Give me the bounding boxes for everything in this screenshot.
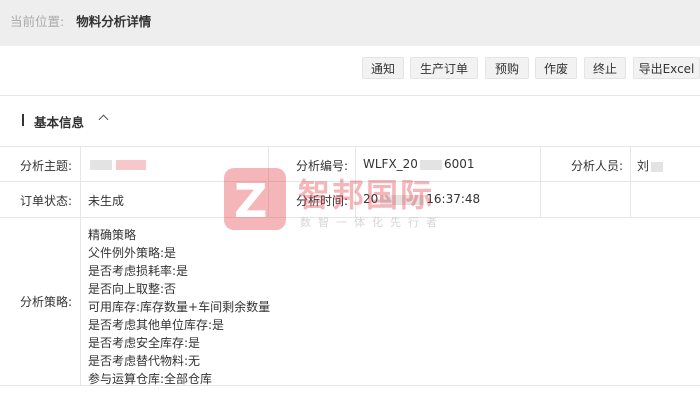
section-marker — [22, 114, 24, 126]
pre-purchase-button[interactable]: 预购 — [485, 57, 529, 79]
strategy-line: 是否考虑其他单位库存:是 — [88, 318, 225, 332]
export-excel-button[interactable]: 导出Excel — [633, 57, 700, 79]
row-divider — [0, 146, 700, 147]
subject-label: 分析主题: — [19, 159, 72, 173]
production-order-button[interactable]: 生产订单 — [410, 57, 478, 79]
strategy-line: 父件例外策略:是 — [88, 246, 177, 260]
order-status-label: 订单状态: — [19, 194, 72, 208]
terminate-button[interactable]: 终止 — [584, 57, 626, 79]
breadcrumb: 当前位置: 物料分析详情 — [10, 11, 151, 30]
subject-value — [88, 157, 148, 171]
action-toolbar: 通知 生产订单 预购 作废 终止 导出Excel — [0, 46, 700, 96]
analyst-label: 分析人员: — [570, 159, 623, 173]
strategy-line: 是否考虑损耗率:是 — [88, 264, 189, 278]
strategy-list: 精确策略 父件例外策略:是 是否考虑损耗率:是 是否向上取整:否 可用库存:库存… — [88, 226, 270, 388]
top-bar: 当前位置: 物料分析详情 — [0, 0, 700, 46]
brand-watermark: Z 智邦国际 数智一体化先行者 — [224, 168, 484, 238]
notify-button[interactable]: 通知 — [362, 57, 404, 79]
chevron-up-icon[interactable] — [98, 114, 109, 125]
basic-info-section: 基本信息 分析主题: 分析编号: WLFX_20 6001 分析人员: 刘 订单状… — [0, 96, 700, 402]
strategy-line: 是否考虑替代物料:无 — [88, 354, 201, 368]
brand-logo-icon: Z — [224, 168, 286, 230]
analyst-name: 刘 — [637, 159, 650, 173]
strategy-line: 参与运算仓库:全部仓库 — [88, 372, 213, 386]
strategy-line: 可用库存:库存数量+车间剩余数量 — [88, 300, 271, 314]
redacted-block — [90, 159, 112, 170]
col-divider — [630, 146, 631, 217]
section-title: 基本信息 — [34, 115, 85, 130]
watermark-title: 智邦国际 — [298, 176, 435, 214]
watermark-subtitle: 数智一体化先行者 — [300, 216, 444, 229]
order-status-value: 未生成 — [88, 194, 125, 208]
analyst-value: 刘 — [637, 157, 665, 174]
strategy-line: 是否考虑安全库存:是 — [88, 336, 201, 350]
strategy-label: 分析策略: — [19, 295, 72, 309]
redacted-block — [651, 161, 664, 172]
logo-letter: Z — [234, 174, 268, 228]
col-divider — [540, 146, 541, 217]
col-divider — [80, 146, 81, 385]
page-title: 物料分析详情 — [76, 14, 152, 29]
breadcrumb-label: 当前位置: — [10, 14, 65, 29]
strategy-line: 是否向上取整:否 — [88, 282, 177, 296]
void-button[interactable]: 作废 — [535, 57, 577, 79]
redacted-block — [116, 159, 146, 170]
